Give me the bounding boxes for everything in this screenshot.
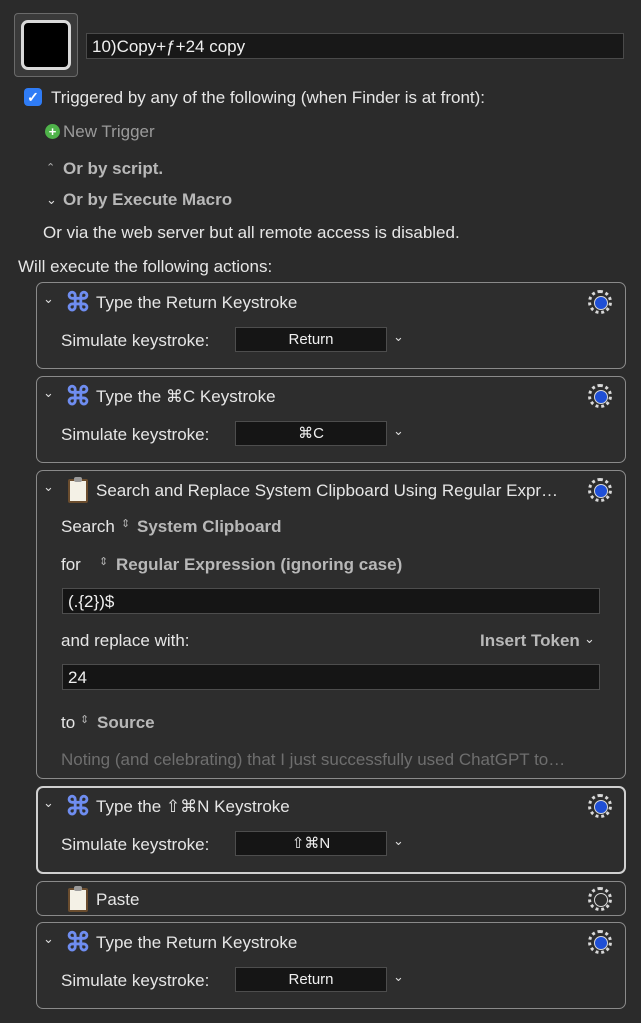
chevron-down-icon[interactable]: ⌄ — [43, 385, 54, 401]
command-key-icon: ⌘ — [65, 287, 91, 317]
regex-pattern-field[interactable]: (.{2})$ — [62, 588, 600, 614]
search-source-popup[interactable]: System Clipboard — [137, 517, 282, 537]
gear-icon[interactable] — [588, 930, 612, 954]
action-type-cmd-c-keystroke[interactable]: ⌄ ⌘ Type the ⌘C Keystroke Simulate keyst… — [36, 376, 626, 463]
action-title: Type the Return Keystroke — [96, 933, 298, 952]
replace-label: and replace with: — [61, 631, 190, 650]
chevron-down-icon[interactable]: ⌄ — [43, 795, 54, 811]
new-trigger-button[interactable]: New Trigger — [63, 122, 155, 142]
field-label: Simulate keystroke: — [61, 835, 210, 854]
macro-icon-well[interactable] — [14, 13, 78, 77]
chevron-down-icon[interactable]: ⌄ — [46, 192, 57, 208]
destination-popup[interactable]: Source — [97, 713, 155, 733]
keystroke-field[interactable]: Return — [235, 327, 387, 352]
clipboard-icon — [68, 886, 88, 912]
updown-icon[interactable]: ⇕ — [80, 713, 89, 726]
action-type-return-keystroke[interactable]: ⌄ ⌘ Type the Return Keystroke Simulate k… — [36, 282, 626, 369]
field-label: Simulate keystroke: — [61, 331, 210, 350]
disclosure-updown-icon[interactable]: ⌃ — [46, 161, 55, 174]
plus-circle-icon[interactable]: + — [45, 124, 60, 139]
action-note[interactable]: Noting (and celebrating) that I just suc… — [61, 750, 565, 770]
action-type-return-keystroke[interactable]: ⌄ ⌘ Type the Return Keystroke Simulate k… — [36, 922, 626, 1009]
gear-icon[interactable] — [588, 794, 612, 818]
or-by-script-toggle[interactable]: Or by script. — [63, 159, 163, 179]
action-title: Type the ⇧⌘N Keystroke — [96, 797, 290, 816]
updown-icon[interactable]: ⇕ — [99, 555, 108, 568]
command-key-icon: ⌘ — [65, 381, 91, 411]
keystroke-field[interactable]: ⌘C — [235, 421, 387, 446]
action-title: Type the Return Keystroke — [96, 293, 298, 312]
chevron-down-icon[interactable]: ⌄ — [584, 631, 595, 647]
trigger-enabled-checkbox[interactable]: ✓ — [24, 88, 42, 106]
trigger-header: Triggered by any of the following (when … — [51, 88, 486, 107]
macro-icon-image — [21, 20, 71, 70]
clipboard-icon — [68, 477, 88, 503]
chevron-down-icon[interactable]: ⌄ — [43, 479, 54, 495]
action-title: Paste — [96, 890, 140, 909]
for-label: for — [61, 555, 81, 574]
macro-name-field[interactable]: 10)Copy+ƒ+24 copy — [86, 33, 624, 59]
keystroke-field[interactable]: ⇧⌘N — [235, 831, 387, 856]
chevron-down-icon[interactable]: ⌄ — [43, 931, 54, 947]
gear-icon[interactable] — [588, 384, 612, 408]
command-key-icon: ⌘ — [65, 927, 91, 957]
action-title: Search and Replace System Clipboard Usin… — [96, 481, 559, 500]
field-label: Simulate keystroke: — [61, 971, 210, 990]
action-type-shift-cmd-n-keystroke[interactable]: ⌄ ⌘ Type the ⇧⌘N Keystroke Simulate keys… — [36, 786, 626, 874]
replacement-field[interactable]: 24 — [62, 664, 600, 690]
chevron-down-icon[interactable]: ⌄ — [393, 969, 404, 985]
gear-icon[interactable] — [588, 290, 612, 314]
command-key-icon: ⌘ — [65, 791, 91, 821]
insert-token-button[interactable]: Insert Token — [480, 631, 580, 651]
gear-icon[interactable] — [588, 478, 612, 502]
gear-icon[interactable] — [588, 887, 612, 911]
to-label: to — [61, 713, 76, 732]
action-paste[interactable]: Paste — [36, 881, 626, 916]
search-label: Search — [61, 517, 115, 536]
web-server-note: Or via the web server but all remote acc… — [43, 223, 460, 242]
action-title: Type the ⌘C Keystroke — [96, 387, 276, 406]
match-mode-popup[interactable]: Regular Expression (ignoring case) — [116, 555, 402, 575]
action-search-replace-clipboard[interactable]: ⌄ Search and Replace System Clipboard Us… — [36, 470, 626, 779]
actions-header: Will execute the following actions: — [18, 257, 273, 276]
chevron-down-icon[interactable]: ⌄ — [393, 423, 404, 439]
updown-icon[interactable]: ⇕ — [121, 517, 130, 530]
chevron-down-icon[interactable]: ⌄ — [393, 833, 404, 849]
or-by-execute-macro-toggle[interactable]: Or by Execute Macro — [63, 190, 232, 210]
keystroke-field[interactable]: Return — [235, 967, 387, 992]
field-label: Simulate keystroke: — [61, 425, 210, 444]
chevron-down-icon[interactable]: ⌄ — [393, 329, 404, 345]
chevron-down-icon[interactable]: ⌄ — [43, 291, 54, 307]
